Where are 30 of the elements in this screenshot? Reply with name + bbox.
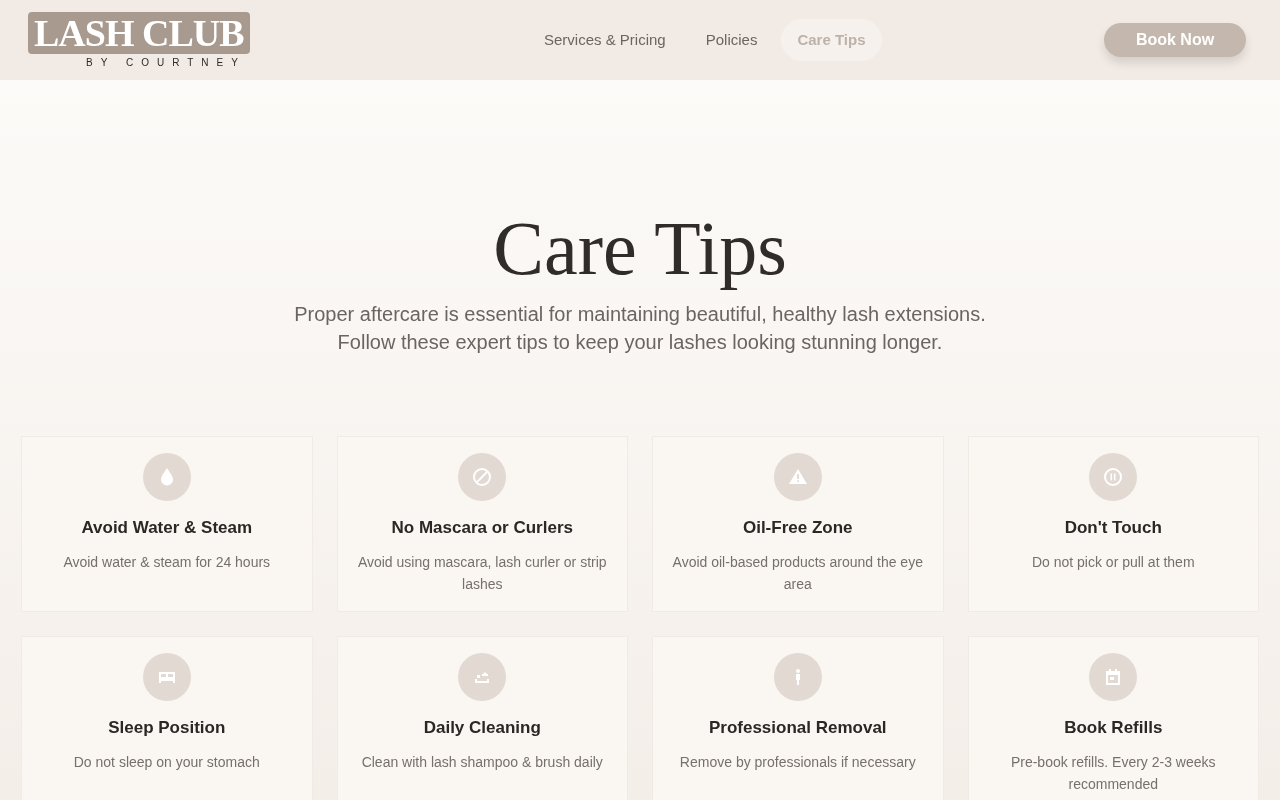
tip-title: Oil-Free Zone xyxy=(742,517,853,539)
page-title: Care Tips xyxy=(493,208,787,288)
page-subtitle: Follow these expert tips to keep your lashes looking stunning longer. xyxy=(337,330,943,355)
person-icon xyxy=(795,669,800,685)
tip-title: Sleep Position xyxy=(108,717,226,739)
tip-text: Avoid water & steam for 24 hours xyxy=(62,552,272,572)
tip-text: Do not pick or pull at them xyxy=(1030,552,1196,572)
tip-title: Professional Removal xyxy=(708,717,887,739)
tip-text: Do not sleep on your stomach xyxy=(72,752,261,772)
tip-title: Don't Touch xyxy=(1064,517,1162,539)
tip-title: Avoid Water & Steam xyxy=(81,517,253,539)
nav-link[interactable]: Care Tips xyxy=(781,18,882,62)
page-subtitle: Proper aftercare is essential for maintaining beautiful, healthy lash extensions. xyxy=(294,302,986,327)
tip-text: Avoid oil-based products around the eye area xyxy=(671,552,924,594)
tip-text: Clean with lash shampoo & brush daily xyxy=(360,752,604,772)
ban-icon xyxy=(473,468,492,486)
tip-title: No Mascara or Curlers xyxy=(391,517,573,539)
book-now-button[interactable]: Book Now xyxy=(1104,23,1246,57)
nav-link[interactable]: Services & Pricing xyxy=(528,18,682,62)
warning-icon xyxy=(788,468,807,486)
tip-title: Daily Cleaning xyxy=(423,717,541,739)
calendar-icon xyxy=(1104,668,1123,686)
tip-text: Avoid using mascara, lash curler or strip lashes xyxy=(356,552,608,594)
nav-link[interactable]: Policies xyxy=(689,18,774,62)
tip-text: Pre-book refills. Every 2-3 weeks recommended xyxy=(1009,752,1217,794)
logo-wordmark[interactable]: LASH CLUB xyxy=(28,12,250,54)
tip-title: Book Refills xyxy=(1064,717,1163,739)
pause-icon xyxy=(1104,468,1123,486)
logo-tagline: BY COURTNEY xyxy=(85,57,247,69)
tip-text: Remove by professionals if necessary xyxy=(678,752,917,772)
